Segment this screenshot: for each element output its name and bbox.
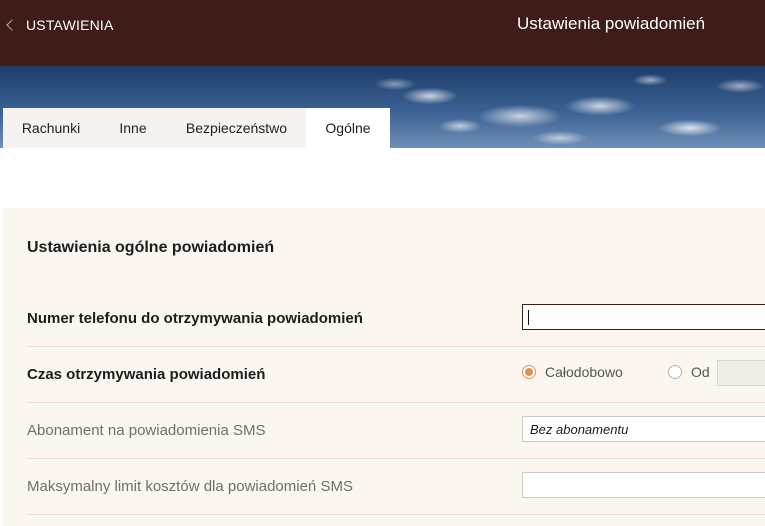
tab-rachunki[interactable]: Rachunki — [3, 108, 99, 148]
radio-calodobowo-label: Całodobowo — [545, 364, 623, 380]
sms-limit-row: Maksymalny limit kosztów dla powiadomień… — [27, 458, 765, 515]
tab-ogolne[interactable]: Ogólne — [306, 108, 390, 148]
top-bar: USTAWIENIA Ustawienia powiadomień — [0, 0, 765, 66]
time-label: Czas otrzymywania powiadomień — [27, 366, 266, 383]
sms-subscription-row: Abonament na powiadomienia SMS Bez abona… — [27, 402, 765, 459]
radio-od-label: Od — [691, 364, 710, 380]
back-link[interactable]: USTAWIENIA — [6, 15, 114, 35]
tab-inne[interactable]: Inne — [99, 108, 167, 148]
radio-calodobowo[interactable]: Całodobowo — [522, 364, 623, 380]
section-title: Ustawienia ogólne powiadomień — [27, 239, 275, 256]
sms-subscription-select[interactable]: Bez abonamentu — [522, 416, 765, 442]
settings-panel: Ustawienia ogólne powiadomień Numer tele… — [3, 208, 765, 526]
chevron-left-icon — [6, 19, 18, 31]
phone-row: Numer telefonu do otrzymywania powiadomi… — [27, 290, 765, 347]
page-title: Ustawienia powiadomień — [517, 14, 706, 33]
phone-input[interactable] — [522, 304, 765, 330]
time-from-input[interactable] — [717, 360, 765, 386]
phone-label: Numer telefonu do otrzymywania powiadomi… — [27, 310, 363, 327]
sms-limit-label: Maksymalny limit kosztów dla powiadomień… — [27, 478, 353, 495]
sms-limit-input[interactable] — [522, 472, 765, 498]
radio-od[interactable]: Od — [668, 364, 710, 380]
radio-unchecked-icon — [668, 365, 682, 379]
text-caret — [528, 310, 529, 325]
tab-bar: Rachunki Inne Bezpieczeństwo Ogólne — [3, 108, 390, 148]
sms-subscription-value: Bez abonamentu — [530, 422, 629, 437]
radio-checked-icon — [522, 365, 536, 379]
sms-subscription-label: Abonament na powiadomienia SMS — [27, 422, 266, 439]
tab-bezpieczenstwo[interactable]: Bezpieczeństwo — [167, 108, 306, 148]
time-row: Czas otrzymywania powiadomień Całodobowo… — [27, 346, 765, 403]
back-label: USTAWIENIA — [26, 17, 114, 33]
